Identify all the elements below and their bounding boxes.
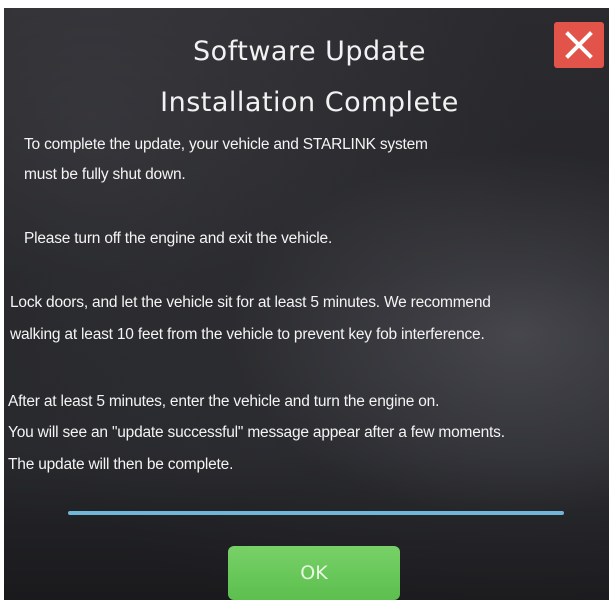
message-line: After at least 5 minutes, enter the vehi… xyxy=(8,393,440,410)
dialog-title: Software Update xyxy=(193,36,426,67)
dialog-subtitle: Installation Complete xyxy=(160,87,459,118)
update-dialog: Software Update Installation Complete To… xyxy=(4,8,609,600)
message-line: walking at least 10 feet from the vehicl… xyxy=(10,326,485,343)
message-line: Please turn off the engine and exit the … xyxy=(24,230,333,247)
close-button[interactable] xyxy=(554,22,604,68)
message-line: Lock doors, and let the vehicle sit for … xyxy=(10,294,491,311)
ok-button[interactable]: OK xyxy=(228,546,400,600)
divider xyxy=(68,511,564,515)
message-line: To complete the update, your vehicle and… xyxy=(24,136,428,153)
message-line: You will see an "update successful" mess… xyxy=(8,424,505,441)
close-x-icon xyxy=(565,31,593,59)
message-line: The update will then be complete. xyxy=(8,456,234,473)
message-line: must be fully shut down. xyxy=(24,166,186,183)
